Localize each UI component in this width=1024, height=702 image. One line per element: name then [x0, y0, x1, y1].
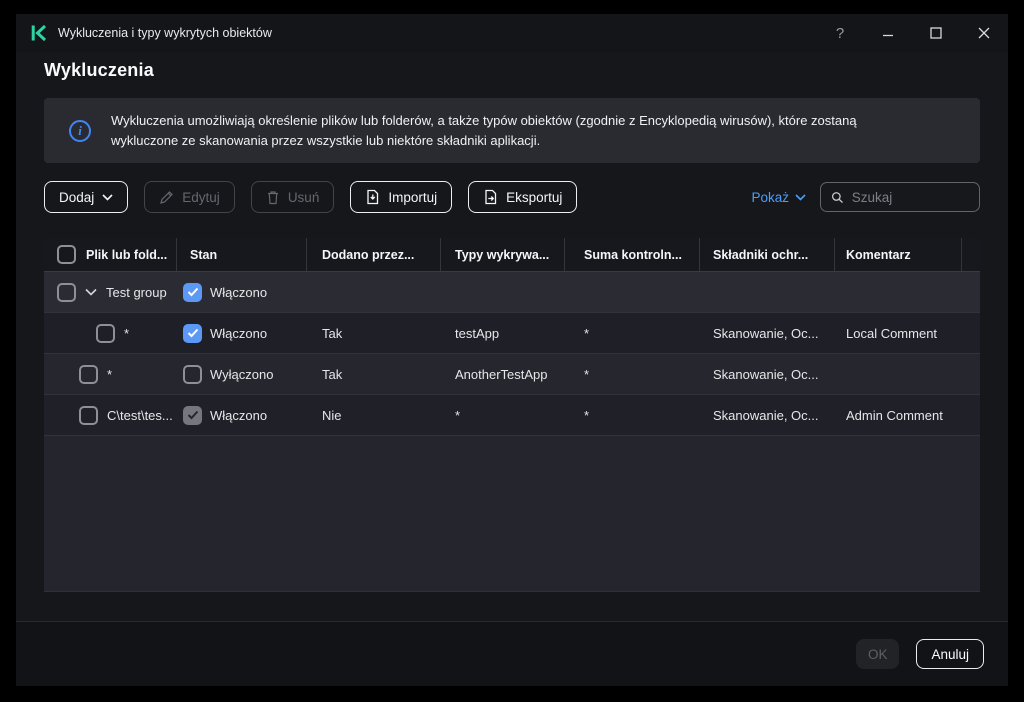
chevron-down-icon — [795, 193, 806, 201]
column-header-added-by: Dodano przez... — [307, 238, 441, 271]
row-select-checkbox[interactable] — [79, 405, 98, 425]
column-header-comment: Komentarz — [835, 238, 962, 271]
row-select-checkbox[interactable] — [79, 364, 98, 384]
maximize-button[interactable] — [912, 14, 960, 52]
comment-cell: Local Comment — [846, 325, 938, 341]
cancel-button[interactable]: Anuluj — [916, 639, 984, 669]
window-controls: ? — [816, 14, 1008, 52]
add-button[interactable]: Dodaj — [44, 181, 129, 213]
info-banner: i Wykluczenia umożliwiają określenie pli… — [44, 98, 980, 163]
import-button-label: Importuj — [388, 189, 438, 205]
toolbar-right: Pokaż — [751, 182, 980, 212]
column-header-file: Plik lub fold... — [86, 247, 168, 262]
pencil-icon — [160, 190, 174, 204]
state-checkbox[interactable] — [183, 323, 202, 343]
footer-bar: OK Anuluj — [16, 621, 1008, 686]
table-empty-area — [44, 436, 980, 591]
export-button[interactable]: Eksportuj — [468, 181, 578, 213]
show-filter-link[interactable]: Pokaż — [751, 190, 806, 205]
group-name: Test group — [106, 284, 167, 300]
show-filter-label: Pokaż — [751, 189, 789, 205]
search-icon — [831, 191, 843, 203]
toolbar: Dodaj Edytuj Usuń Importuj Eksportuj Pok… — [44, 181, 980, 213]
file-cell: C\test\tes... — [107, 407, 173, 423]
close-button[interactable] — [960, 14, 1008, 52]
table-row[interactable]: * Włączono Tak testApp * Skanowanie, Oc.… — [44, 313, 980, 354]
ok-button[interactable]: OK — [855, 639, 900, 669]
table-group-row[interactable]: Test group Włączono — [44, 272, 980, 313]
detect-types-cell: AnotherTestApp — [455, 366, 548, 382]
detect-types-cell: * — [455, 407, 461, 423]
trash-icon — [267, 190, 278, 204]
window-title: Wykluczenia i typy wykrytych obiektów — [58, 26, 272, 40]
info-line-2: wykluczone ze skanowania przez wszystkie… — [111, 132, 541, 148]
search-input[interactable] — [851, 189, 969, 205]
added-by-cell: Nie — [322, 407, 342, 423]
row-select-checkbox[interactable] — [96, 323, 115, 343]
chevron-down-icon — [102, 193, 113, 201]
row-select-checkbox[interactable] — [57, 282, 76, 302]
title-bar: Wykluczenia i typy wykrytych obiektów ? — [16, 14, 1008, 52]
state-label: Włączono — [210, 325, 268, 341]
state-label: Wyłączono — [210, 366, 274, 382]
file-cell: * — [124, 325, 130, 341]
kaspersky-logo-icon — [30, 24, 48, 42]
detect-types-cell: testApp — [455, 325, 500, 341]
edit-button-label: Edytuj — [182, 189, 220, 205]
added-by-cell: Tak — [322, 366, 343, 382]
state-checkbox[interactable] — [183, 405, 202, 425]
state-label: Włączono — [210, 407, 268, 423]
chevron-down-icon[interactable] — [85, 288, 97, 296]
checksum-cell: * — [584, 325, 590, 341]
added-by-cell: Tak — [322, 325, 343, 341]
search-box — [820, 182, 980, 212]
minimize-button[interactable] — [864, 14, 912, 52]
export-button-label: Eksportuj — [506, 189, 563, 205]
components-cell: Skanowanie, Oc... — [713, 407, 819, 423]
column-header-components: Składniki ochr... — [700, 238, 835, 271]
table-row[interactable]: C\test\tes... Włączono Nie * * Skanowani… — [44, 395, 980, 436]
components-cell: Skanowanie, Oc... — [713, 366, 819, 382]
footer-divider — [16, 621, 1008, 622]
column-header-state: Stan — [177, 238, 307, 271]
table-header: Plik lub fold... Stan Dodano przez... Ty… — [44, 238, 980, 272]
page-title: Wykluczenia — [44, 60, 154, 80]
column-header-detect-types: Typy wykrywa... — [441, 238, 565, 271]
checksum-cell: * — [584, 407, 590, 423]
components-cell: Skanowanie, Oc... — [713, 325, 819, 341]
exclusions-table: Plik lub fold... Stan Dodano przez... Ty… — [44, 238, 980, 592]
checksum-cell: * — [584, 366, 590, 382]
info-icon: i — [69, 119, 91, 142]
info-line-1: Wykluczenia umożliwiają określenie plikó… — [111, 112, 857, 128]
help-button[interactable]: ? — [816, 14, 864, 52]
delete-button-label: Usuń — [287, 189, 320, 205]
import-icon — [367, 189, 379, 205]
edit-button[interactable]: Edytuj — [144, 181, 235, 213]
export-icon — [485, 189, 497, 205]
comment-cell: Admin Comment — [846, 407, 943, 423]
state-checkbox[interactable] — [183, 282, 202, 302]
info-banner-text: Wykluczenia umożliwiają określenie plikó… — [111, 111, 857, 151]
select-all-checkbox[interactable] — [57, 245, 76, 264]
add-button-label: Dodaj — [59, 189, 95, 205]
column-header-checksum: Suma kontroln... — [565, 238, 700, 271]
state-checkbox[interactable] — [183, 364, 202, 384]
delete-button[interactable]: Usuń — [250, 181, 335, 213]
app-window: Wykluczenia i typy wykrytych obiektów ? … — [16, 14, 1008, 686]
comment-cell — [835, 354, 962, 394]
state-label: Włączono — [210, 284, 268, 300]
file-cell: * — [107, 366, 113, 382]
import-button[interactable]: Importuj — [350, 181, 453, 213]
table-row[interactable]: * Wyłączono Tak AnotherTestApp * Skanowa… — [44, 354, 980, 395]
